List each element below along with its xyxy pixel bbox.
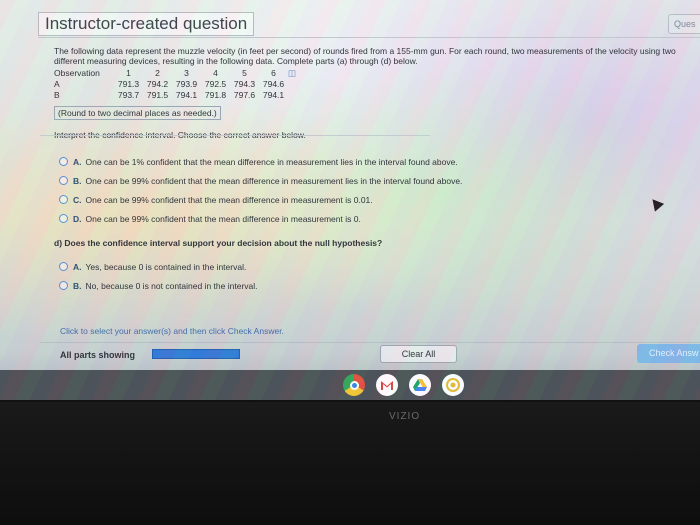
question-tab[interactable]: Ques (668, 14, 700, 34)
data-table: Observation 1 2 3 4 5 6 ◫ A 791.3 794.2 … (54, 68, 302, 101)
option-letter: C. (73, 194, 82, 205)
option-letter: A. (73, 156, 82, 167)
option-text: One can be 99% confident that the mean d… (85, 194, 373, 205)
table-cell: 793.7 (117, 90, 140, 100)
taskbar-apps (343, 374, 464, 396)
divider (38, 37, 700, 38)
table-cell: 791.8 (204, 90, 227, 100)
divider (40, 342, 700, 343)
part-d-options: A. Yes, because 0 is contained in the in… (54, 257, 694, 295)
chrome-icon[interactable] (343, 374, 365, 396)
table-header-row: Observation 1 2 3 4 5 6 ◫ (54, 68, 302, 79)
observation-number: 5 (242, 68, 247, 78)
table-cell: 794.3 (233, 79, 256, 89)
radio-button[interactable] (59, 262, 68, 271)
part-d-option-b[interactable]: B. No, because 0 is not contained in the… (54, 276, 694, 295)
table-cell: 794.6 (262, 79, 285, 89)
question-prompt: The following data represent the muzzle … (54, 46, 676, 66)
option-letter: B. (73, 175, 82, 186)
table-cell: 791.3 (117, 79, 140, 89)
table-cell: 791.5 (146, 90, 169, 100)
observation-number: 6 (271, 68, 276, 78)
option-c[interactable]: C. One can be 99% confident that the mea… (54, 190, 694, 209)
all-parts-label: All parts showing (60, 350, 136, 360)
table-cell: 792.5 (204, 79, 227, 89)
table-row: B 793.7 791.5 794.1 791.8 797.6 794.1 (54, 90, 302, 101)
observation-number: 3 (184, 68, 189, 78)
radio-button[interactable] (59, 195, 68, 204)
table-cell: 793.9 (175, 79, 198, 89)
option-text: Yes, because 0 is contained in the inter… (85, 261, 247, 272)
row-label: B (54, 90, 60, 100)
option-a[interactable]: A. One can be 1% confident that the mean… (54, 152, 694, 171)
option-text: One can be 99% confident that the mean d… (85, 175, 463, 186)
monitor-bezel (0, 402, 700, 525)
option-b[interactable]: B. One can be 99% confident that the mea… (54, 171, 694, 190)
brand-logo: VIZIO (389, 411, 421, 422)
option-letter: B. (73, 280, 82, 291)
observation-number: 2 (155, 68, 160, 78)
row-label: A (54, 79, 60, 89)
observation-number: 4 (213, 68, 218, 78)
browser-screen: Instructor-created question Ques The fol… (0, 0, 700, 400)
drive-icon[interactable] (409, 374, 431, 396)
option-letter: D. (73, 213, 82, 224)
clear-all-button[interactable]: Clear All (380, 345, 457, 363)
radio-button[interactable] (59, 281, 68, 290)
part-d-option-a[interactable]: A. Yes, because 0 is contained in the in… (54, 257, 694, 276)
table-row: A 791.3 794.2 793.9 792.5 794.3 794.6 (54, 79, 302, 90)
gmail-icon[interactable] (376, 374, 398, 396)
radio-button[interactable] (59, 157, 68, 166)
table-cell: 794.1 (262, 90, 285, 100)
table-cell: 794.1 (175, 90, 198, 100)
part-d-prompt: d) Does the confidence interval support … (54, 238, 383, 248)
option-d[interactable]: D. One can be 99% confident that the mea… (54, 209, 694, 228)
question-content: The following data represent the muzzle … (54, 46, 694, 295)
option-text: No, because 0 is not contained in the in… (85, 280, 258, 291)
click-instruction: Click to select your answer(s) and then … (60, 326, 284, 336)
table-cell: 794.2 (146, 79, 169, 89)
progress-bar (152, 349, 240, 359)
check-answer-button[interactable]: Check Answ (637, 344, 700, 363)
option-text: One can be 99% confident that the mean d… (85, 213, 361, 224)
answer-options: A. One can be 1% confident that the mean… (54, 152, 694, 228)
page-title: Instructor-created question (38, 12, 255, 36)
table-header-label: Observation (54, 68, 100, 78)
divider (40, 135, 430, 136)
option-letter: A. (73, 261, 82, 272)
table-cell: 797.6 (233, 90, 256, 100)
photos-icon[interactable] (442, 374, 464, 396)
radio-button[interactable] (59, 176, 68, 185)
option-text: One can be 1% confident that the mean di… (85, 156, 458, 167)
rounding-note: (Round to two decimal places as needed.) (54, 106, 221, 120)
observation-number: 1 (126, 68, 131, 78)
radio-button[interactable] (59, 214, 68, 223)
copy-data-icon[interactable]: ◫ (288, 68, 302, 79)
